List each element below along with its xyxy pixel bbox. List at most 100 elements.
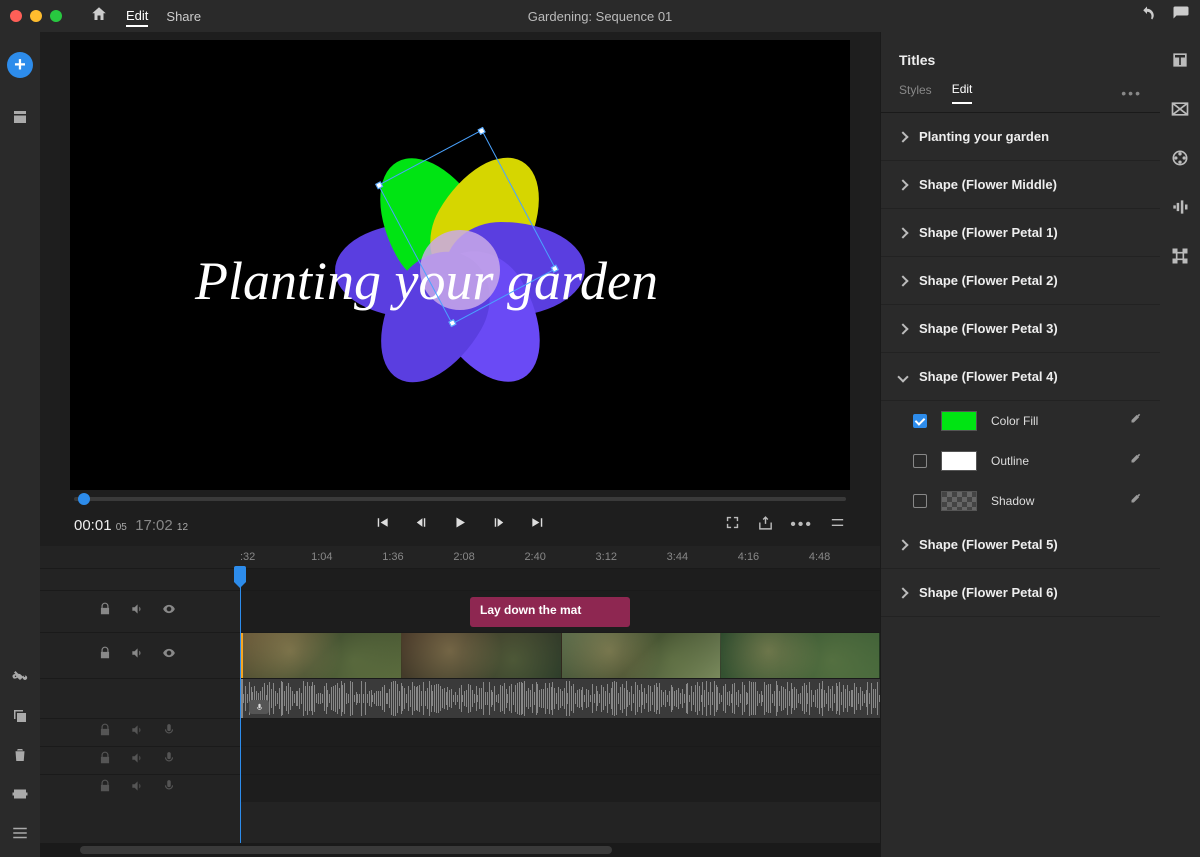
transform-panel-icon[interactable] [1170, 246, 1190, 271]
clip-thumbnail [402, 633, 561, 678]
tab-styles[interactable]: Styles [899, 83, 932, 103]
scrubber-thumb[interactable] [78, 493, 90, 505]
audio-clip[interactable] [240, 679, 880, 718]
color-swatch[interactable] [941, 451, 977, 471]
layer-row[interactable]: Shape (Flower Petal 6) [881, 569, 1160, 617]
volume-icon[interactable] [130, 646, 144, 665]
lock-icon[interactable] [98, 646, 112, 665]
mic-track-1 [40, 718, 880, 746]
layer-label: Shape (Flower Petal 4) [919, 369, 1058, 384]
layer-row[interactable]: Shape (Flower Petal 3) [881, 305, 1160, 353]
more-options-icon[interactable]: ••• [790, 516, 813, 534]
voiceover-badge [249, 700, 269, 714]
layer-row[interactable]: Shape (Flower Middle) [881, 161, 1160, 209]
lock-icon[interactable] [98, 751, 112, 770]
share-icon[interactable] [757, 514, 774, 536]
chevron-icon [897, 371, 908, 382]
scissors-icon[interactable] [11, 668, 29, 691]
time-mark: 3:12 [596, 551, 667, 563]
preview-scrubber[interactable] [70, 490, 850, 508]
volume-icon[interactable] [130, 779, 144, 798]
window-title: Gardening: Sequence 01 [528, 9, 673, 24]
video-clip[interactable] [240, 633, 880, 678]
lock-icon[interactable] [98, 723, 112, 742]
close-window-button[interactable] [10, 10, 22, 22]
minimize-window-button[interactable] [30, 10, 42, 22]
layer-label: Shape (Flower Petal 3) [919, 321, 1058, 336]
step-back-button[interactable] [413, 514, 430, 536]
program-monitor[interactable]: Planting your garden [70, 40, 850, 490]
chevron-icon [897, 539, 908, 550]
timeline-panel: :321:041:362:082:403:123:444:164:48 Lay … [40, 546, 880, 857]
menu-edit[interactable]: Edit [126, 6, 148, 27]
title-overlay-text[interactable]: Planting your garden [195, 250, 658, 312]
go-to-end-button[interactable] [530, 514, 547, 536]
go-to-start-button[interactable] [374, 514, 391, 536]
track-options-icon[interactable] [11, 824, 29, 847]
title-track-header [40, 591, 240, 632]
color-swatch[interactable] [941, 411, 977, 431]
inspector-more-icon[interactable]: ••• [1121, 85, 1142, 101]
color-swatch[interactable] [941, 491, 977, 511]
hamburger-icon[interactable] [829, 514, 846, 536]
time-mark: 3:44 [667, 551, 738, 563]
maximize-window-button[interactable] [50, 10, 62, 22]
volume-icon[interactable] [130, 723, 144, 742]
video-track-row [40, 632, 880, 678]
mic-icon[interactable] [162, 723, 176, 742]
step-forward-button[interactable] [491, 514, 508, 536]
add-media-button[interactable]: + [7, 52, 33, 78]
eyedropper-icon[interactable] [1128, 452, 1142, 471]
lock-icon[interactable] [98, 602, 112, 621]
eye-icon[interactable] [162, 646, 176, 665]
time-mark: 4:48 [809, 551, 880, 563]
property-checkbox[interactable] [913, 454, 927, 468]
playhead[interactable] [240, 568, 241, 843]
eyedropper-icon[interactable] [1128, 492, 1142, 511]
home-icon[interactable] [90, 5, 108, 28]
time-mark: 2:08 [453, 551, 524, 563]
right-toolbar [1160, 32, 1200, 857]
timecode-display: 00:01 05 17:02 12 [74, 517, 188, 534]
layer-row[interactable]: Planting your garden [881, 113, 1160, 161]
clip-thumbnail [243, 633, 402, 678]
audio-track-row [40, 678, 880, 718]
layer-row[interactable]: Shape (Flower Petal 1) [881, 209, 1160, 257]
lock-icon[interactable] [98, 779, 112, 798]
mic-icon[interactable] [162, 751, 176, 770]
eyedropper-icon[interactable] [1128, 412, 1142, 431]
mic-icon[interactable] [162, 779, 176, 798]
mic-track-2 [40, 746, 880, 774]
title-track-row: Lay down the mat [40, 590, 880, 632]
fullscreen-icon[interactable] [724, 514, 741, 536]
layer-label: Planting your garden [919, 129, 1049, 144]
time-ruler[interactable]: :321:041:362:082:403:123:444:164:48 [40, 546, 880, 568]
chevron-icon [897, 179, 908, 190]
audio-panel-icon[interactable] [1170, 197, 1190, 222]
layer-row[interactable]: Shape (Flower Petal 2) [881, 257, 1160, 305]
menu-share[interactable]: Share [166, 7, 201, 26]
comment-icon[interactable] [1172, 5, 1190, 28]
tab-edit[interactable]: Edit [952, 82, 973, 104]
layer-row[interactable]: Shape (Flower Petal 5) [881, 521, 1160, 569]
title-clip[interactable]: Lay down the mat [470, 597, 630, 627]
volume-icon[interactable] [130, 751, 144, 770]
eye-icon[interactable] [162, 602, 176, 621]
trash-icon[interactable] [11, 746, 29, 769]
transitions-panel-icon[interactable] [1170, 99, 1190, 124]
property-checkbox[interactable] [913, 494, 927, 508]
timeline-scrollbar[interactable] [40, 843, 880, 857]
export-frame-icon[interactable] [11, 785, 29, 808]
undo-icon[interactable] [1138, 5, 1156, 28]
duplicate-icon[interactable] [11, 707, 29, 730]
time-mark: 4:16 [738, 551, 809, 563]
property-checkbox[interactable] [913, 414, 927, 428]
play-button[interactable] [452, 514, 469, 536]
property-label: Color Fill [991, 414, 1114, 428]
project-bin-icon[interactable] [11, 108, 29, 131]
playhead-handle[interactable] [234, 566, 246, 582]
layer-row[interactable]: Shape (Flower Petal 4) [881, 353, 1160, 401]
volume-icon[interactable] [130, 602, 144, 621]
titles-panel-icon[interactable] [1170, 50, 1190, 75]
color-panel-icon[interactable] [1170, 148, 1190, 173]
